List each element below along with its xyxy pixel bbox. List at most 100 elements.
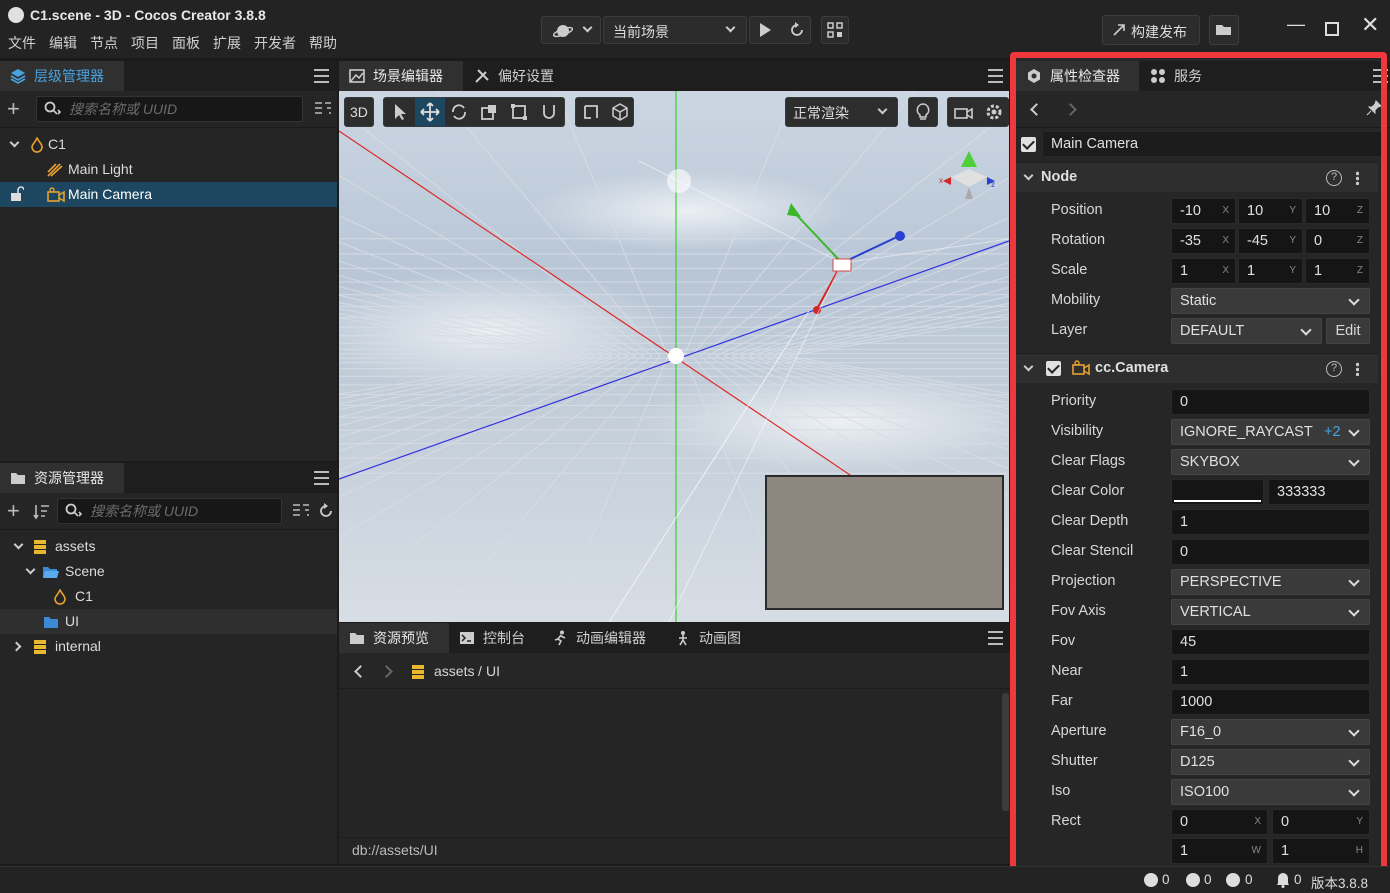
info-icon[interactable] (1144, 873, 1158, 887)
tab-services[interactable]: 服务 (1140, 61, 1210, 91)
menu-help[interactable]: 帮助 (309, 33, 337, 53)
forward-arrow-icon[interactable] (1064, 103, 1077, 116)
warning-icon[interactable] (1186, 873, 1200, 887)
more-options-icon[interactable] (1356, 171, 1359, 185)
node-name-input[interactable]: Main Camera (1042, 131, 1382, 157)
sort-icon[interactable] (33, 503, 51, 521)
select-tool-icon[interactable] (392, 103, 408, 121)
help-icon[interactable]: ? (1326, 361, 1342, 377)
clear-color-swatch[interactable] (1171, 479, 1264, 505)
far-input[interactable]: 1000 (1171, 689, 1370, 715)
scale-z-input[interactable]: 1Z (1305, 258, 1370, 284)
tab-scene-editor[interactable]: 场景编辑器 (339, 61, 463, 91)
refresh-icon[interactable] (318, 503, 334, 519)
tab-animation-graph[interactable]: 动画图 (665, 623, 755, 653)
clear-color-hex-input[interactable]: 333333 (1268, 479, 1370, 505)
tab-preferences[interactable]: 偏好设置 (464, 61, 569, 91)
position-y-input[interactable]: 10 Y (1238, 198, 1303, 224)
menu-panel[interactable]: 面板 (172, 33, 200, 53)
breadcrumb-assets[interactable]: assets (434, 663, 474, 679)
refresh-icon[interactable] (789, 22, 805, 38)
tab-hierarchy[interactable]: 层级管理器 (0, 61, 124, 91)
breadcrumb-ui[interactable]: UI (486, 663, 500, 679)
rect-h-input[interactable]: 1H (1272, 838, 1370, 864)
layer-select[interactable]: DEFAULT (1171, 318, 1322, 344)
gear-icon[interactable] (985, 103, 1003, 121)
clear-depth-input[interactable]: 1 (1171, 509, 1370, 535)
tree-item-main-camera[interactable]: Main Camera (0, 182, 337, 207)
scene-viewport[interactable]: x z (339, 91, 1009, 622)
qrcode-button[interactable] (821, 16, 849, 44)
minimize-button[interactable]: — (1287, 14, 1305, 35)
priority-input[interactable]: 0 (1171, 389, 1370, 415)
play-icon[interactable] (758, 22, 772, 38)
clear-flags-select[interactable]: SKYBOX (1171, 449, 1370, 475)
sort-list-icon[interactable] (292, 503, 310, 519)
error-icon[interactable] (1226, 873, 1240, 887)
pin-icon[interactable] (1366, 100, 1382, 116)
tree-item-scene-folder[interactable]: Scene (0, 559, 337, 584)
add-icon[interactable]: + (7, 498, 20, 524)
scene-menu-icon[interactable] (988, 69, 1003, 83)
shutter-select[interactable]: D125 (1171, 749, 1370, 775)
node-section-header[interactable]: Node ? (1016, 162, 1378, 192)
iso-select[interactable]: ISO100 (1171, 779, 1370, 805)
back-arrow-icon[interactable] (1030, 103, 1043, 116)
fov-input[interactable]: 45 (1171, 629, 1370, 655)
tree-item-main-light[interactable]: Main Light (0, 157, 337, 182)
open-folder-button[interactable] (1209, 15, 1239, 45)
near-input[interactable]: 1 (1171, 659, 1370, 685)
inspector-scrollbar[interactable] (1381, 138, 1386, 708)
sort-list-icon[interactable] (314, 101, 332, 117)
aperture-select[interactable]: F16_0 (1171, 719, 1370, 745)
hierarchy-search-input[interactable]: 搜索名称或 UUID (36, 96, 303, 122)
platform-select[interactable] (541, 16, 601, 44)
lighting-toggle-button[interactable] (908, 97, 938, 127)
node-active-checkbox[interactable] (1021, 137, 1036, 152)
rotate-tool-icon[interactable] (450, 103, 468, 121)
clear-stencil-input[interactable]: 0 (1171, 539, 1370, 565)
menu-edit[interactable]: 编辑 (49, 33, 77, 53)
scale-y-input[interactable]: 1Y (1238, 258, 1303, 284)
hierarchy-menu-icon[interactable] (314, 69, 329, 83)
rect-x-input[interactable]: 0X (1171, 809, 1268, 835)
tab-assets[interactable]: 资源管理器 (0, 463, 124, 493)
tab-inspector[interactable]: 属性检查器 (1016, 61, 1139, 91)
move-tool-icon[interactable] (420, 102, 440, 122)
bell-icon[interactable] (1276, 872, 1290, 888)
tree-item-assets[interactable]: assets (0, 534, 337, 559)
scale-tool-icon[interactable] (480, 103, 498, 121)
assets-search-input[interactable]: 搜索名称或 UUID (57, 498, 282, 524)
preview-scrollbar[interactable] (1002, 693, 1009, 811)
menu-project[interactable]: 项目 (131, 33, 159, 53)
tree-item-ui-folder[interactable]: UI (0, 609, 337, 634)
menu-node[interactable]: 节点 (90, 33, 118, 53)
position-x-input[interactable]: -10 X (1171, 198, 1236, 224)
pivot-icon[interactable] (582, 103, 600, 121)
rotation-z-input[interactable]: 0Z (1305, 228, 1370, 254)
scene-select[interactable]: 当前场景 (603, 16, 747, 44)
forward-arrow-icon[interactable] (380, 665, 393, 678)
unlock-icon[interactable] (10, 186, 24, 202)
tab-asset-preview[interactable]: 资源预览 (339, 623, 449, 653)
camera-section-header[interactable]: cc.Camera ? (1016, 353, 1378, 383)
rect-w-input[interactable]: 1W (1171, 838, 1268, 864)
build-publish-button[interactable]: 构建发布 (1102, 15, 1200, 45)
rect-tool-icon[interactable] (510, 103, 528, 121)
render-mode-select[interactable]: 正常渲染 (785, 97, 898, 127)
maximize-button[interactable] (1325, 22, 1339, 36)
tab-animation-editor[interactable]: 动画编辑器 (542, 623, 664, 653)
camera-icon[interactable] (954, 103, 974, 121)
add-icon[interactable]: + (7, 96, 20, 122)
rotation-x-input[interactable]: -35 X (1171, 228, 1236, 254)
more-options-icon[interactable] (1356, 362, 1359, 376)
assets-menu-icon[interactable] (314, 471, 329, 485)
scale-x-input[interactable]: 1X (1171, 258, 1236, 284)
back-arrow-icon[interactable] (354, 665, 367, 678)
cube-icon[interactable] (611, 103, 629, 121)
layer-edit-button[interactable]: Edit (1326, 318, 1370, 344)
menu-file[interactable]: 文件 (8, 33, 36, 53)
view-gizmo[interactable]: x z (939, 147, 999, 207)
snap-magnet-icon[interactable] (541, 103, 557, 121)
rotation-y-input[interactable]: -45 Y (1238, 228, 1303, 254)
